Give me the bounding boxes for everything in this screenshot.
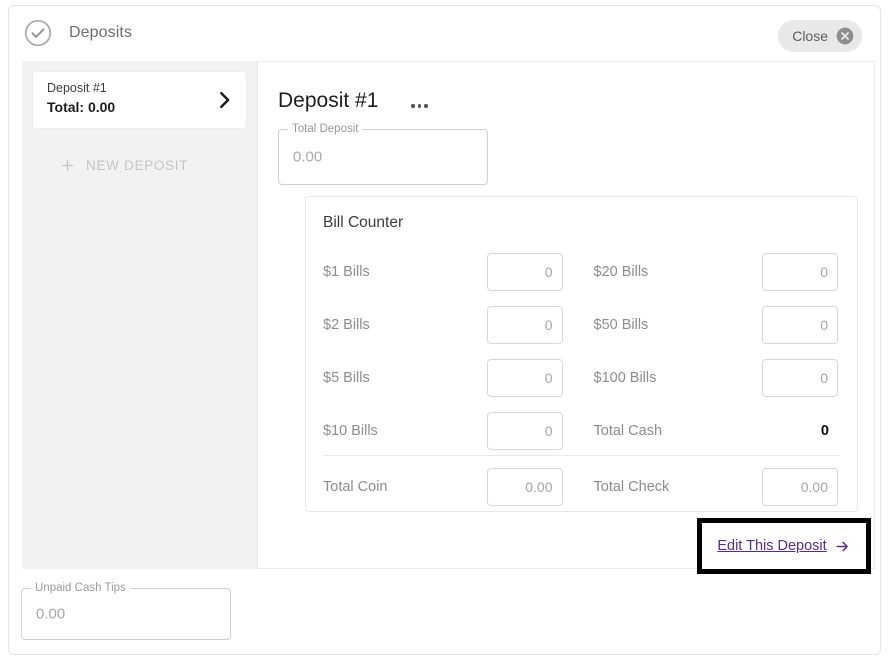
total-cash-label: Total Cash	[593, 422, 663, 439]
edit-this-deposit-label: Edit This Deposit	[717, 538, 827, 554]
check-circle-icon	[24, 19, 52, 47]
deposits-sidebar: Deposit #1 Total: 0.00 NEW DEPOSIT	[22, 61, 257, 569]
bill-cell: $2 Bills 0	[306, 305, 582, 344]
total-check-label: Total Check	[593, 478, 670, 495]
edit-this-deposit-link[interactable]: Edit This Deposit	[697, 518, 871, 574]
bill-label: $20 Bills	[593, 263, 649, 280]
bill-counter-row: $2 Bills 0 $50 Bills 0	[306, 298, 857, 351]
bill-input-50[interactable]: 0	[762, 305, 838, 344]
bill-input-2[interactable]: 0	[486, 305, 563, 344]
bill-input-1[interactable]: 0	[486, 252, 563, 291]
bill-counter-divider	[323, 455, 840, 456]
total-coin-input[interactable]: 0.00	[486, 467, 563, 506]
chevron-right-icon	[220, 91, 230, 109]
plus-icon	[61, 159, 74, 171]
close-circle-icon	[836, 27, 854, 45]
bill-counter-title: Bill Counter	[323, 214, 404, 231]
kebab-menu-icon[interactable]	[411, 98, 433, 114]
bill-counter-row: $5 Bills 0 $100 Bills 0	[306, 351, 857, 404]
close-button-label: Close	[792, 28, 828, 44]
bill-counter-panel: Bill Counter $1 Bills 0 $20 Bills 0 $2 B…	[305, 196, 858, 512]
bill-counter-totals-row: Total Coin 0.00 Total Check 0.00	[306, 460, 857, 513]
page-title: Deposits	[69, 24, 133, 41]
bill-input-20[interactable]: 0	[762, 252, 838, 291]
bill-cell: $5 Bills 0	[306, 358, 582, 397]
close-button[interactable]: Close	[778, 20, 862, 52]
bill-label: $2 Bills	[323, 316, 370, 333]
bill-input-100[interactable]: 0	[762, 358, 838, 397]
unpaid-cash-tips-label: Unpaid Cash Tips	[31, 582, 130, 594]
bill-counter-grid: $1 Bills 0 $20 Bills 0 $2 Bills 0 $50 Bi…	[306, 245, 857, 457]
deposit-item-total: Total: 0.00	[47, 99, 116, 115]
unpaid-cash-tips-field[interactable]: Unpaid Cash Tips 0.00	[21, 582, 231, 640]
total-deposit-field[interactable]: Total Deposit 0.00	[278, 123, 488, 185]
total-deposit-value: 0.00	[293, 148, 323, 166]
total-coin-cell: Total Coin 0.00	[306, 467, 582, 506]
deposits-screen: Deposits Close Deposit #1 Total: 0.00 NE…	[0, 0, 891, 665]
bill-cell: $100 Bills 0	[582, 358, 858, 397]
bill-counter-row: $10 Bills 0 Total Cash 0	[306, 404, 857, 457]
deposit-item-name: Deposit #1	[47, 81, 107, 95]
bill-counter-row: $1 Bills 0 $20 Bills 0	[306, 245, 857, 298]
bill-label: $10 Bills	[323, 422, 378, 439]
total-deposit-label: Total Deposit	[288, 123, 363, 135]
bill-cell: $10 Bills 0	[306, 411, 582, 450]
bill-cell: Total Cash 0	[582, 412, 858, 450]
bill-label: $5 Bills	[323, 369, 370, 386]
unpaid-cash-tips-value: 0.00	[36, 605, 66, 623]
bill-input-5[interactable]: 0	[486, 358, 563, 397]
new-deposit-button[interactable]: NEW DEPOSIT	[32, 149, 247, 181]
bill-label: $50 Bills	[593, 316, 649, 333]
new-deposit-label: NEW DEPOSIT	[86, 157, 189, 173]
bill-input-10[interactable]: 0	[486, 411, 563, 450]
total-cash-value: 0	[820, 422, 829, 439]
total-check-input[interactable]: 0.00	[762, 467, 838, 506]
deposit-detail-title: Deposit #1	[278, 89, 379, 112]
sidebar-item-deposit-1[interactable]: Deposit #1 Total: 0.00	[32, 71, 247, 129]
bill-cell: $20 Bills 0	[582, 252, 858, 291]
bill-cell: $1 Bills 0	[306, 252, 582, 291]
header-bar: Deposits Close	[9, 6, 880, 60]
bill-label: $100 Bills	[593, 369, 657, 386]
bill-cell: $50 Bills 0	[582, 305, 858, 344]
bill-label: $1 Bills	[323, 263, 370, 280]
arrow-right-icon	[836, 541, 848, 551]
total-check-cell: Total Check 0.00	[582, 467, 858, 506]
deposits-card: Deposits Close Deposit #1 Total: 0.00 NE…	[8, 5, 881, 655]
total-coin-label: Total Coin	[323, 478, 388, 495]
deposit-detail-panel: Deposit #1 Total Deposit 0.00 Bill Count…	[257, 61, 875, 569]
